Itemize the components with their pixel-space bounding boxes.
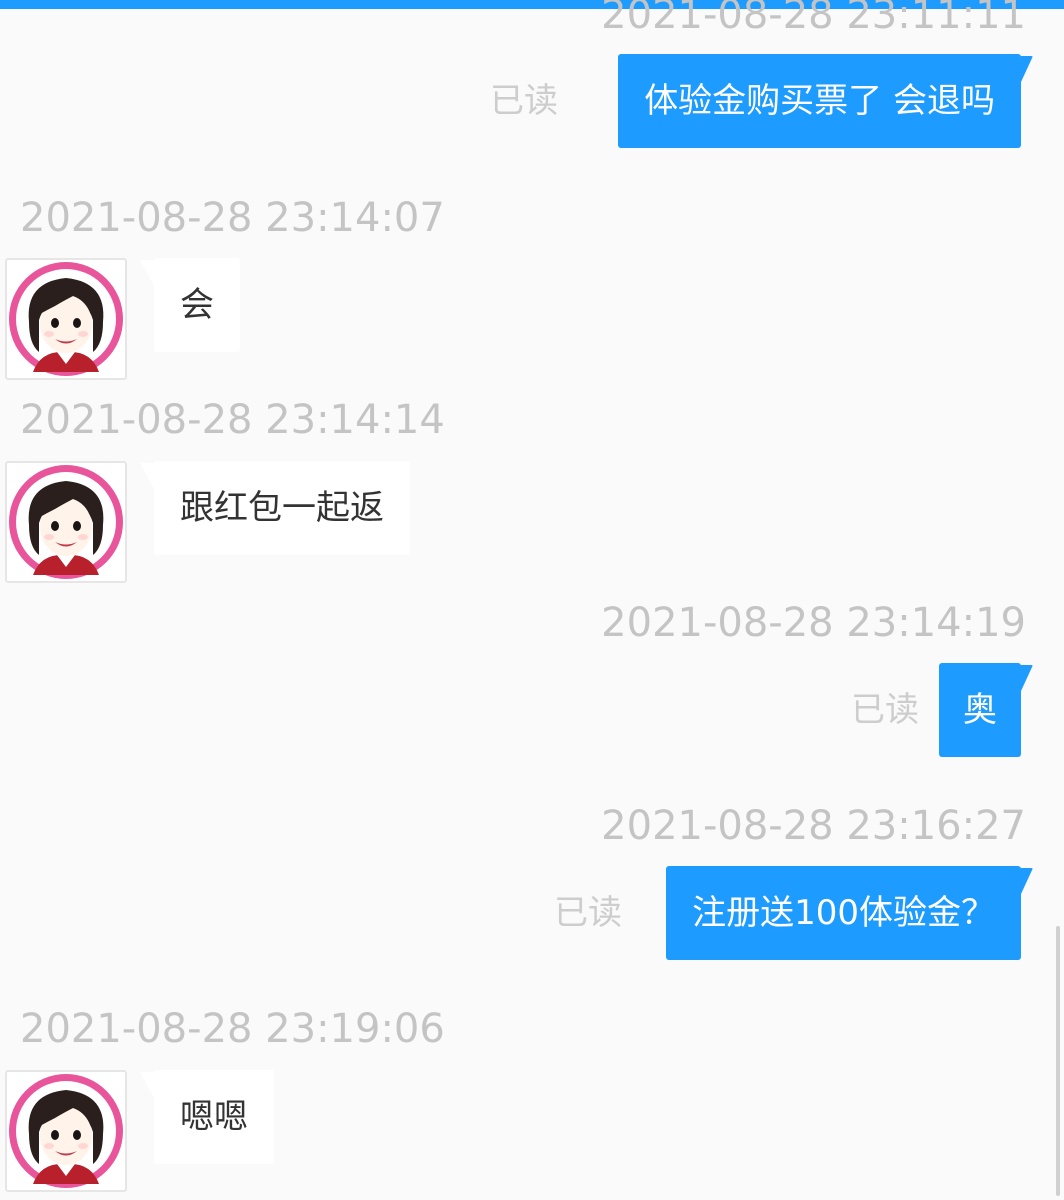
read-status: 已读 [851,690,919,730]
read-status: 已读 [554,893,622,933]
outgoing-message-bubble[interactable]: 奥 [939,663,1033,757]
chat-scrollbar[interactable] [1056,926,1060,1196]
incoming-message-bubble[interactable]: 会 [140,258,240,352]
customer-service-avatar[interactable] [5,461,127,583]
incoming-message-bubble[interactable]: 跟红包一起返 [140,461,410,555]
read-status: 已读 [490,81,558,121]
incoming-message-bubble[interactable]: 嗯嗯 [140,1070,274,1164]
avatar-icon [9,465,123,579]
outgoing-message-bubble[interactable]: 体验金购买票了 会退吗 [618,54,1033,148]
chat-message-list[interactable]: 2021-08-28 23:11:11 已读 体验金购买票了 会退吗 2021-… [0,0,1064,1200]
message-timestamp: 2021-08-28 23:19:06 [20,1006,445,1052]
message-timestamp: 2021-08-28 23:14:07 [20,195,445,241]
message-timestamp: 2021-08-28 23:16:27 [601,803,1026,849]
message-timestamp: 2021-08-28 23:14:19 [601,600,1026,646]
avatar-icon [9,262,123,376]
message-timestamp: 2021-08-28 23:11:11 [601,0,1026,38]
avatar-icon [9,1074,123,1188]
customer-service-avatar[interactable] [5,258,127,380]
message-timestamp: 2021-08-28 23:14:14 [20,397,445,443]
outgoing-message-bubble[interactable]: 注册送100体验金？ [666,866,1033,960]
customer-service-avatar[interactable] [5,1070,127,1192]
